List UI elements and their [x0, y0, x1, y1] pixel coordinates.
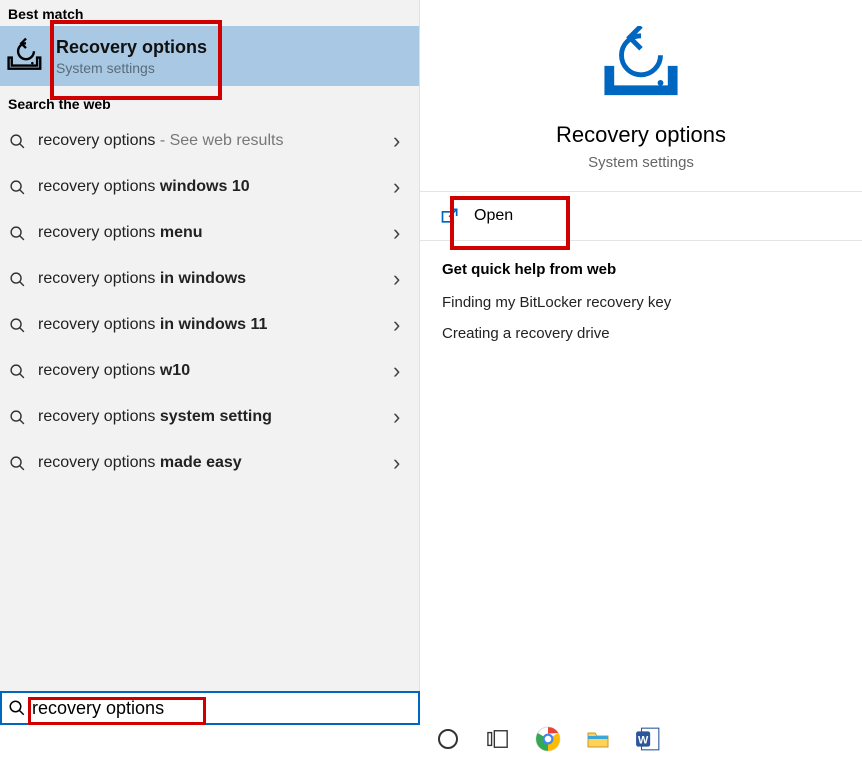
- search-icon: [8, 178, 26, 196]
- taskbar: W: [420, 717, 862, 761]
- search-icon: [8, 699, 26, 717]
- search-icon: [8, 316, 26, 334]
- web-result-item[interactable]: recovery options in windows ›: [0, 256, 419, 302]
- chevron-right-icon: ›: [393, 404, 407, 430]
- web-result-label: recovery options w10: [38, 362, 381, 380]
- best-match-subtitle: System settings: [56, 60, 207, 76]
- web-result-label: recovery options made easy: [38, 454, 381, 472]
- chevron-right-icon: ›: [393, 174, 407, 200]
- word-icon[interactable]: W: [634, 725, 662, 753]
- cortana-icon[interactable]: [434, 725, 462, 753]
- preview-subtitle: System settings: [588, 154, 694, 171]
- web-result-item[interactable]: recovery options made easy ›: [0, 440, 419, 486]
- chevron-right-icon: ›: [393, 312, 407, 338]
- web-results-list: recovery options - See web results›recov…: [0, 118, 419, 486]
- chevron-right-icon: ›: [393, 128, 407, 154]
- chevron-right-icon: ›: [393, 450, 407, 476]
- best-match-result[interactable]: Recovery options System settings: [0, 26, 419, 86]
- quick-help-link[interactable]: Finding my BitLocker recovery key: [442, 294, 840, 311]
- best-match-title: Recovery options: [56, 37, 207, 58]
- open-action[interactable]: Open: [420, 192, 862, 241]
- open-external-icon: [440, 206, 460, 226]
- chevron-right-icon: ›: [393, 220, 407, 246]
- best-match-header: Best match: [0, 0, 419, 26]
- chevron-right-icon: ›: [393, 266, 407, 292]
- web-result-item[interactable]: recovery options - See web results ›: [0, 118, 419, 164]
- web-result-label: recovery options in windows 11: [38, 316, 381, 334]
- chrome-icon[interactable]: [534, 725, 562, 753]
- web-result-label: recovery options in windows: [38, 270, 381, 288]
- search-icon: [8, 132, 26, 150]
- recovery-icon: [6, 36, 46, 76]
- quick-help-title: Get quick help from web: [442, 261, 840, 278]
- web-result-item[interactable]: recovery options system setting ›: [0, 394, 419, 440]
- search-icon: [8, 224, 26, 242]
- web-result-label: recovery options - See web results: [38, 132, 381, 150]
- web-result-label: recovery options menu: [38, 224, 381, 242]
- search-box[interactable]: [0, 691, 420, 725]
- quick-help-link[interactable]: Creating a recovery drive: [442, 325, 840, 342]
- web-result-item[interactable]: recovery options menu ›: [0, 210, 419, 256]
- svg-text:W: W: [638, 734, 649, 746]
- search-icon: [8, 408, 26, 426]
- search-input[interactable]: [32, 698, 412, 719]
- recovery-icon-large: [602, 26, 680, 104]
- quick-help-section: Get quick help from web Finding my BitLo…: [420, 241, 862, 376]
- web-result-item[interactable]: recovery options in windows 11 ›: [0, 302, 419, 348]
- open-label: Open: [474, 207, 513, 225]
- web-result-item[interactable]: recovery options w10 ›: [0, 348, 419, 394]
- preview-title: Recovery options: [556, 122, 726, 148]
- web-result-item[interactable]: recovery options windows 10 ›: [0, 164, 419, 210]
- search-icon: [8, 270, 26, 288]
- web-result-label: recovery options system setting: [38, 408, 381, 426]
- web-result-label: recovery options windows 10: [38, 178, 381, 196]
- search-icon: [8, 362, 26, 380]
- preview-header: Recovery options System settings: [420, 0, 862, 192]
- search-web-header: Search the web: [0, 86, 419, 118]
- preview-panel: Recovery options System settings Open Ge…: [420, 0, 862, 720]
- file-explorer-icon[interactable]: [584, 725, 612, 753]
- search-icon: [8, 454, 26, 472]
- search-results-panel: Best match Recovery options System setti…: [0, 0, 420, 720]
- chevron-right-icon: ›: [393, 358, 407, 384]
- task-view-icon[interactable]: [484, 725, 512, 753]
